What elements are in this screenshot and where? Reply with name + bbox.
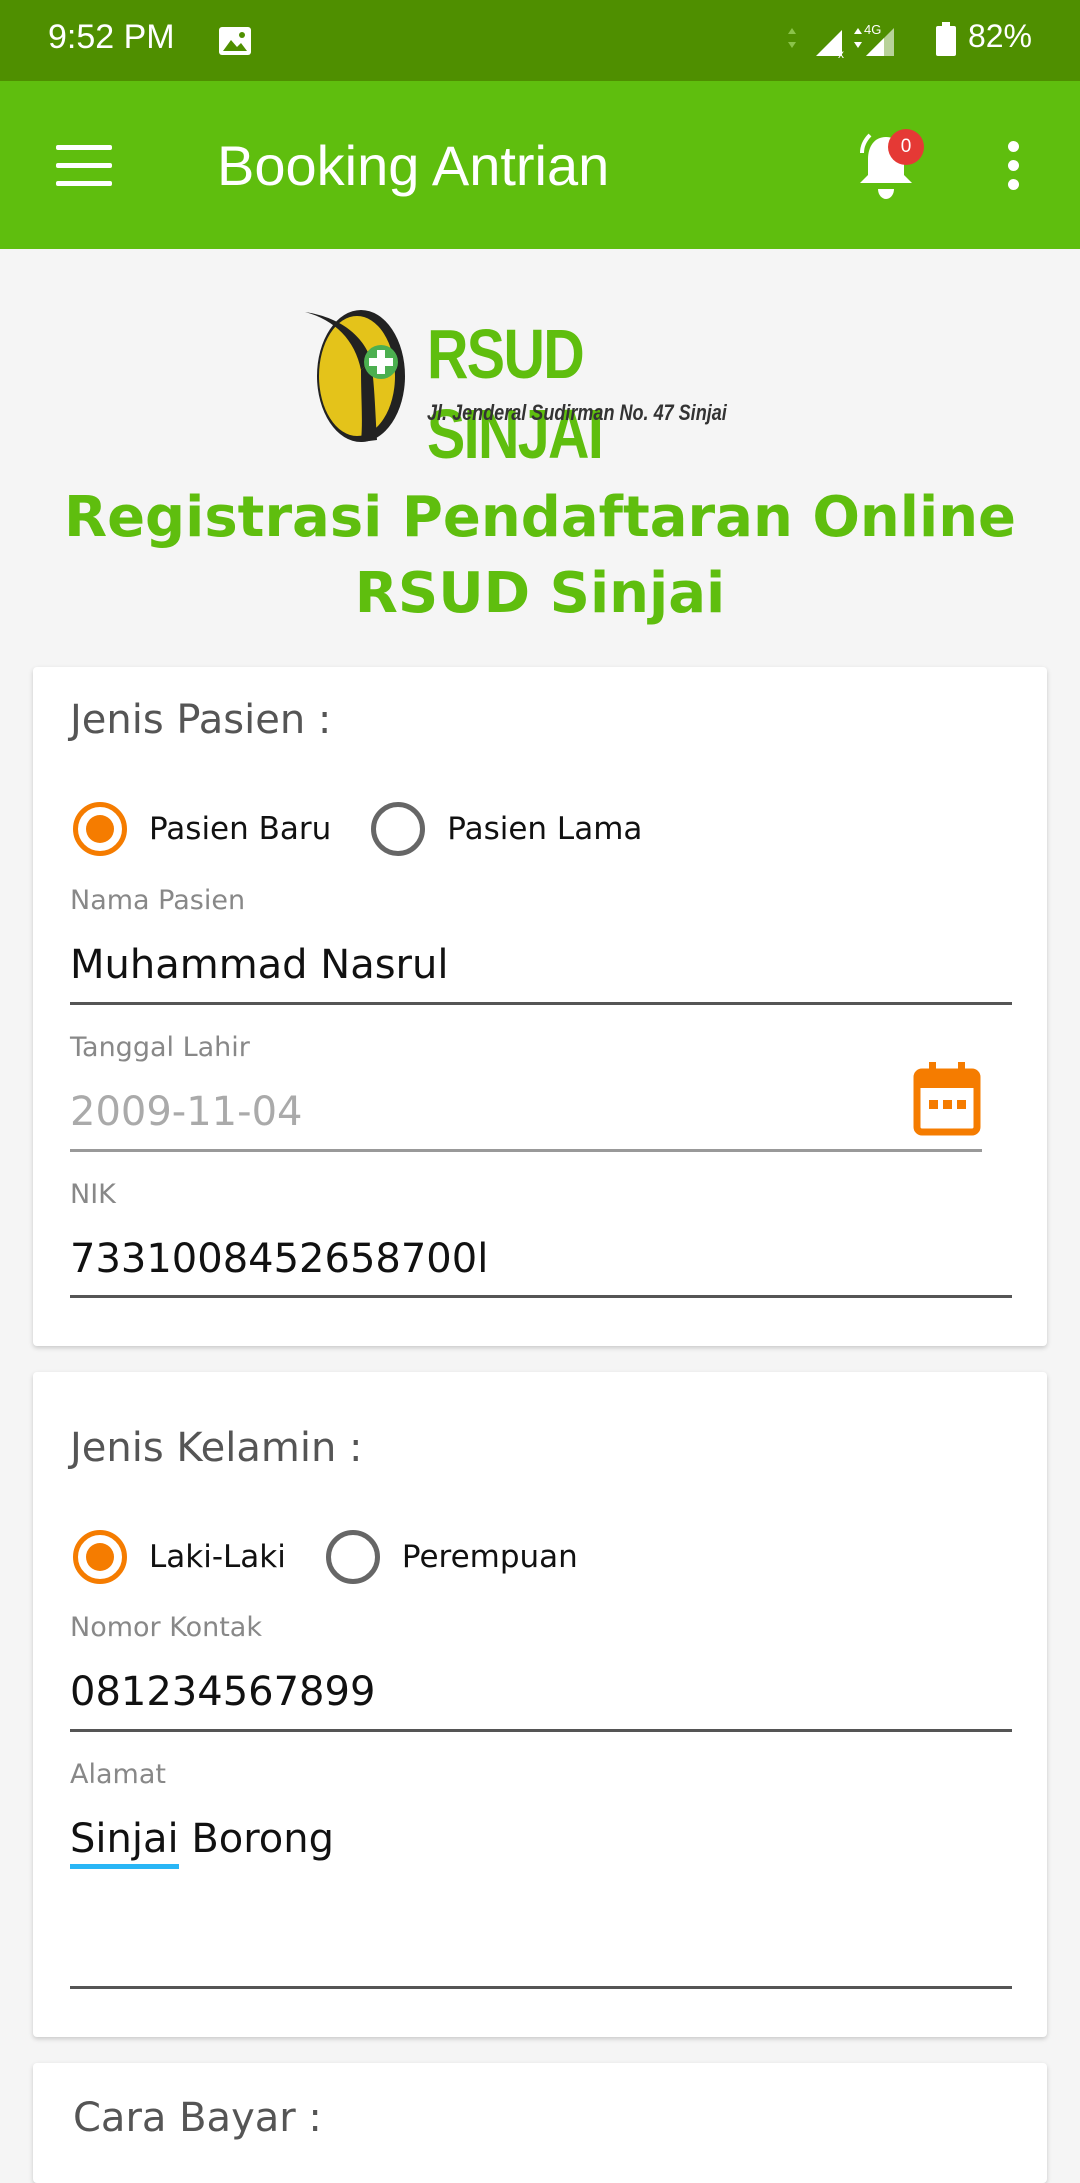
- tanggal-lahir-underline: [70, 1149, 982, 1152]
- signal-icon: x 4G: [788, 22, 956, 60]
- patient-info-card: Jenis Pasien : Pasien Baru Pasien Lama N…: [33, 667, 1047, 1346]
- radio-laki-laki[interactable]: [73, 1530, 127, 1584]
- nama-pasien-underline: [70, 1002, 1012, 1005]
- nik-label: NIK: [70, 1179, 116, 1210]
- nomor-kontak-input[interactable]: 081234567899: [70, 1669, 375, 1715]
- nik-underline: [70, 1295, 1012, 1298]
- nomor-kontak-underline: [70, 1729, 1012, 1732]
- image-icon: [219, 27, 251, 55]
- tanggal-lahir-input[interactable]: 2009-11-04: [70, 1089, 302, 1135]
- alamat-word-spellcheck: Sinjai: [70, 1816, 179, 1869]
- tanggal-lahir-label: Tanggal Lahir: [70, 1032, 250, 1063]
- radio-perempuan[interactable]: [325, 1530, 380, 1584]
- form-heading: Registrasi Pendaftaran Online RSUD Sinja…: [63, 485, 1017, 626]
- page-title: Booking Antrian: [217, 134, 610, 197]
- hospital-logo: RSUD SINJAI Jl. Jenderal Sudirman No. 47…: [305, 300, 785, 473]
- alamat-label: Alamat: [70, 1759, 166, 1790]
- radio-laki-laki-label[interactable]: Laki-Laki: [149, 1539, 286, 1575]
- radio-perempuan-label[interactable]: Perempuan: [402, 1539, 578, 1575]
- nomor-kontak-label: Nomor Kontak: [70, 1612, 262, 1643]
- svg-text:x: x: [838, 47, 844, 60]
- nik-input[interactable]: 7331008452658700l: [70, 1236, 488, 1282]
- radio-pasien-lama[interactable]: [371, 802, 426, 856]
- radio-pasien-baru[interactable]: [73, 802, 127, 856]
- status-time: 9:52 PM: [48, 18, 175, 56]
- payment-card: Cara Bayar :: [33, 2063, 1047, 2183]
- notification-badge: 0: [888, 129, 924, 165]
- nama-pasien-label: Nama Pasien: [70, 885, 246, 916]
- jenis-kelamin-radio-group: Laki-Laki Perempuan: [73, 1530, 618, 1584]
- jenis-kelamin-label: Jenis Kelamin :: [70, 1425, 363, 1471]
- contact-info-card: Jenis Kelamin : Laki-Laki Perempuan Nomo…: [33, 1372, 1047, 2037]
- radio-pasien-baru-label[interactable]: Pasien Baru: [149, 811, 331, 847]
- app-bar: Booking Antrian 0: [0, 81, 1080, 249]
- menu-icon[interactable]: [56, 145, 112, 186]
- jenis-pasien-label: Jenis Pasien :: [70, 697, 332, 743]
- cara-bayar-label: Cara Bayar :: [73, 2095, 322, 2141]
- more-vert-icon[interactable]: [1003, 141, 1023, 197]
- alamat-input[interactable]: Sinjai Borong: [70, 1816, 335, 1869]
- alamat-underline: [70, 1986, 1012, 1989]
- battery-percent: 82%: [967, 18, 1032, 54]
- logo-emblem-icon: [305, 310, 405, 442]
- radio-pasien-lama-label[interactable]: Pasien Lama: [447, 811, 642, 847]
- nama-pasien-input[interactable]: Muhammad Nasrul: [70, 942, 448, 988]
- logo-address: Jl. Jenderal Sudirman No. 47 Sinjai: [427, 400, 727, 425]
- logo-title: RSUD SINJAI: [427, 315, 604, 473]
- status-bar: 9:52 PM x 4G 82%: [0, 0, 1080, 81]
- network-label: 4G: [864, 22, 881, 37]
- jenis-pasien-radio-group: Pasien Baru Pasien Lama: [73, 802, 682, 856]
- calendar-icon[interactable]: [913, 1062, 981, 1136]
- alamat-word: Borong: [191, 1816, 335, 1862]
